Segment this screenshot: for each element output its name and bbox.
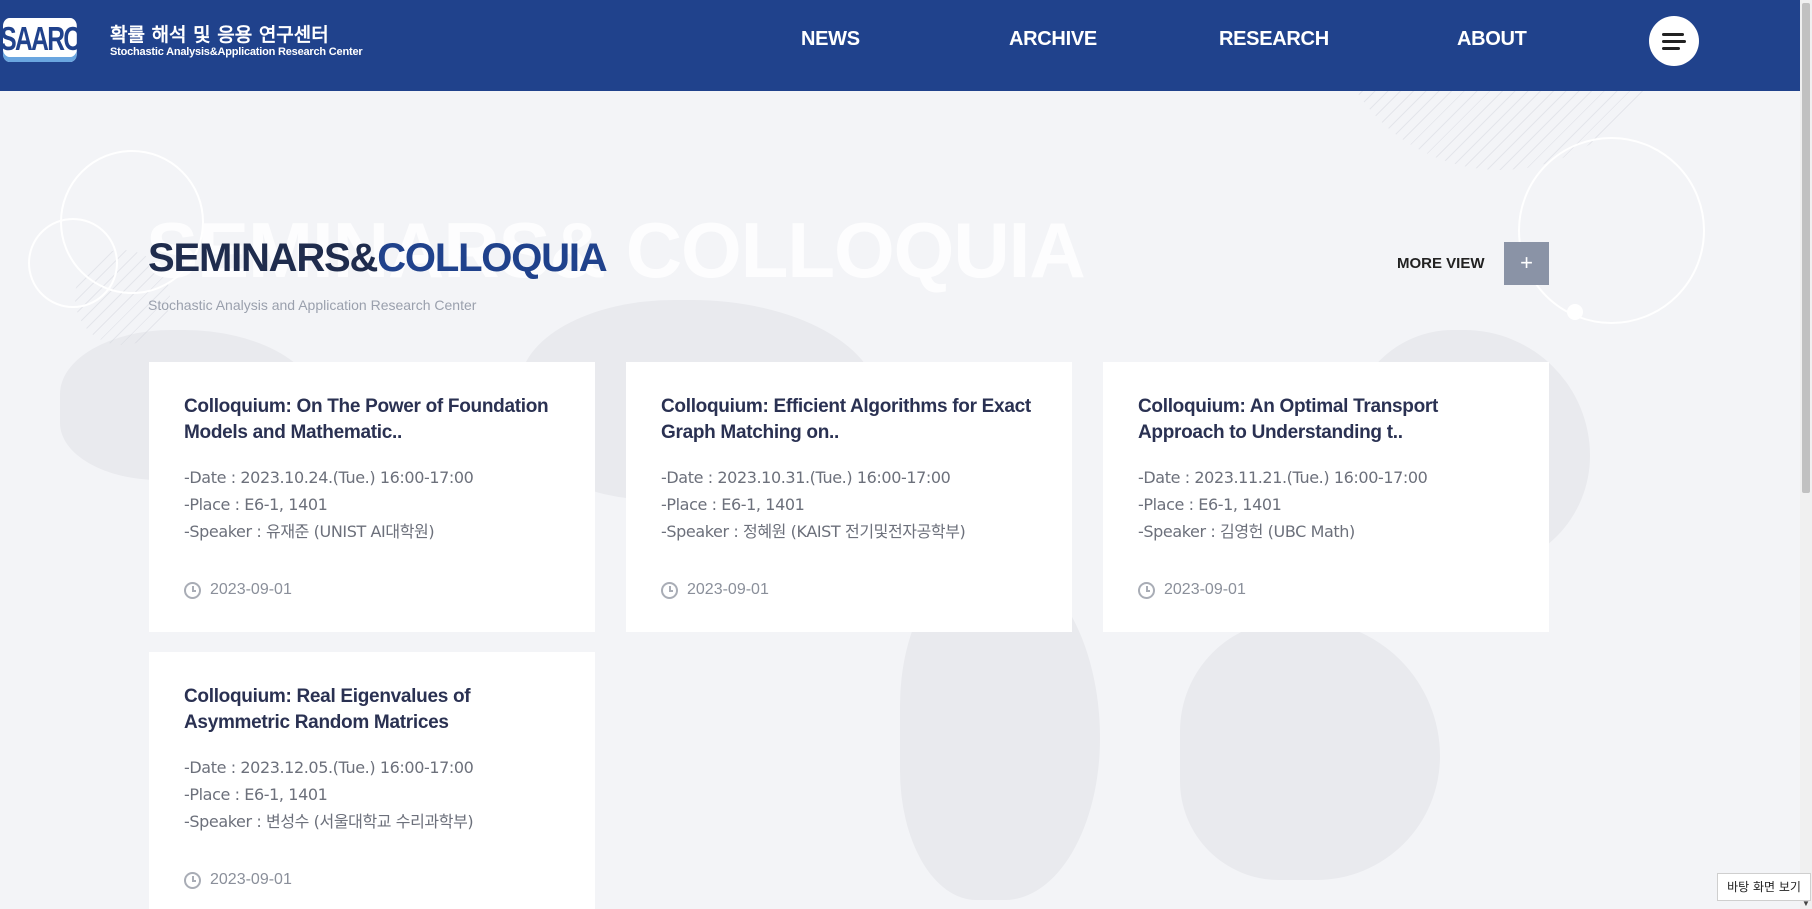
site-header: SAARC 확률 해석 및 응용 연구센터 Stochastic Analysi… xyxy=(0,0,1800,91)
card-date-line: -Date : 2023.10.31.(Tue.) 16:00-17:00 xyxy=(661,468,951,487)
posted-date-text: 2023-09-01 xyxy=(687,581,769,598)
card-date-line: -Date : 2023.10.24.(Tue.) 16:00-17:00 xyxy=(184,468,474,487)
card-place-line: -Place : E6-1, 1401 xyxy=(184,495,328,514)
scrollbar-thumb[interactable] xyxy=(1802,3,1810,493)
posted-date-text: 2023-09-01 xyxy=(210,581,292,598)
seminar-card[interactable]: Colloquium: On The Power of Foundation M… xyxy=(149,362,595,632)
card-title[interactable]: Colloquium: Real Eigenvalues of Asymmetr… xyxy=(184,684,564,736)
seminar-card[interactable]: Colloquium: Real Eigenvalues of Asymmetr… xyxy=(149,652,595,909)
card-place-line: -Place : E6-1, 1401 xyxy=(1138,495,1282,514)
card-posted-date: 2023-09-01 xyxy=(1138,581,1246,599)
card-place-line: -Place : E6-1, 1401 xyxy=(661,495,805,514)
posted-date-text: 2023-09-01 xyxy=(1164,581,1246,598)
nav-research[interactable]: RESEARCH xyxy=(1219,28,1329,51)
card-place-line: -Place : E6-1, 1401 xyxy=(184,785,328,804)
seminar-card[interactable]: Colloquium: Efficient Algorithms for Exa… xyxy=(626,362,1072,632)
more-view-button[interactable]: + xyxy=(1504,242,1549,285)
page-scrollbar[interactable]: ▼ xyxy=(1800,0,1812,909)
section-title-part1: SEMINARS& xyxy=(148,236,378,280)
more-view-link[interactable]: MORE VIEW xyxy=(1397,255,1485,272)
nav-news[interactable]: NEWS xyxy=(801,28,860,51)
card-title[interactable]: Colloquium: On The Power of Foundation M… xyxy=(184,394,564,446)
clock-icon xyxy=(661,581,678,599)
clock-icon xyxy=(184,871,201,889)
brand-english-name: Stochastic Analysis&Application Research… xyxy=(110,46,363,58)
section-title-part2: COLLOQUIA xyxy=(377,236,607,280)
brand-korean-name: 확률 해석 및 응용 연구센터 xyxy=(110,24,329,46)
seminar-card[interactable]: Colloquium: An Optimal Transport Approac… xyxy=(1103,362,1549,632)
card-info: -Date : 2023.10.24.(Tue.) 16:00-17:00 -P… xyxy=(184,464,474,545)
saarc-logo[interactable]: SAARC xyxy=(0,18,81,62)
section-title: SEMINARS&COLLOQUIA xyxy=(148,236,608,281)
card-info: -Date : 2023.10.31.(Tue.) 16:00-17:00 -P… xyxy=(661,464,966,545)
posted-date-text: 2023-09-01 xyxy=(210,871,292,888)
card-speaker-line: -Speaker : 정혜원 (KAIST 전기및전자공학부) xyxy=(661,522,966,541)
section-subtitle: Stochastic Analysis and Application Rese… xyxy=(148,297,477,313)
card-date-line: -Date : 2023.11.21.(Tue.) 16:00-17:00 xyxy=(1138,468,1428,487)
card-title[interactable]: Colloquium: Efficient Algorithms for Exa… xyxy=(661,394,1041,446)
card-posted-date: 2023-09-01 xyxy=(184,871,292,889)
card-date-line: -Date : 2023.12.05.(Tue.) 16:00-17:00 xyxy=(184,758,474,777)
card-title[interactable]: Colloquium: An Optimal Transport Approac… xyxy=(1138,394,1518,446)
clock-icon xyxy=(1138,581,1155,599)
show-desktop-tooltip: 바탕 화면 보기 xyxy=(1717,873,1811,901)
card-speaker-line: -Speaker : 변성수 (서울대학교 수리과학부) xyxy=(184,812,474,831)
card-info: -Date : 2023.11.21.(Tue.) 16:00-17:00 -P… xyxy=(1138,464,1428,545)
card-posted-date: 2023-09-01 xyxy=(661,581,769,599)
card-info: -Date : 2023.12.05.(Tue.) 16:00-17:00 -P… xyxy=(184,754,474,835)
card-speaker-line: -Speaker : 김영헌 (UBC Math) xyxy=(1138,522,1355,541)
card-speaker-line: -Speaker : 유재준 (UNIST AI대학원) xyxy=(184,522,435,541)
nav-archive[interactable]: ARCHIVE xyxy=(1009,28,1097,51)
menu-button[interactable] xyxy=(1649,16,1699,66)
nav-about[interactable]: ABOUT xyxy=(1457,28,1527,51)
plus-icon: + xyxy=(1520,250,1533,275)
card-posted-date: 2023-09-01 xyxy=(184,581,292,599)
clock-icon xyxy=(184,581,201,599)
